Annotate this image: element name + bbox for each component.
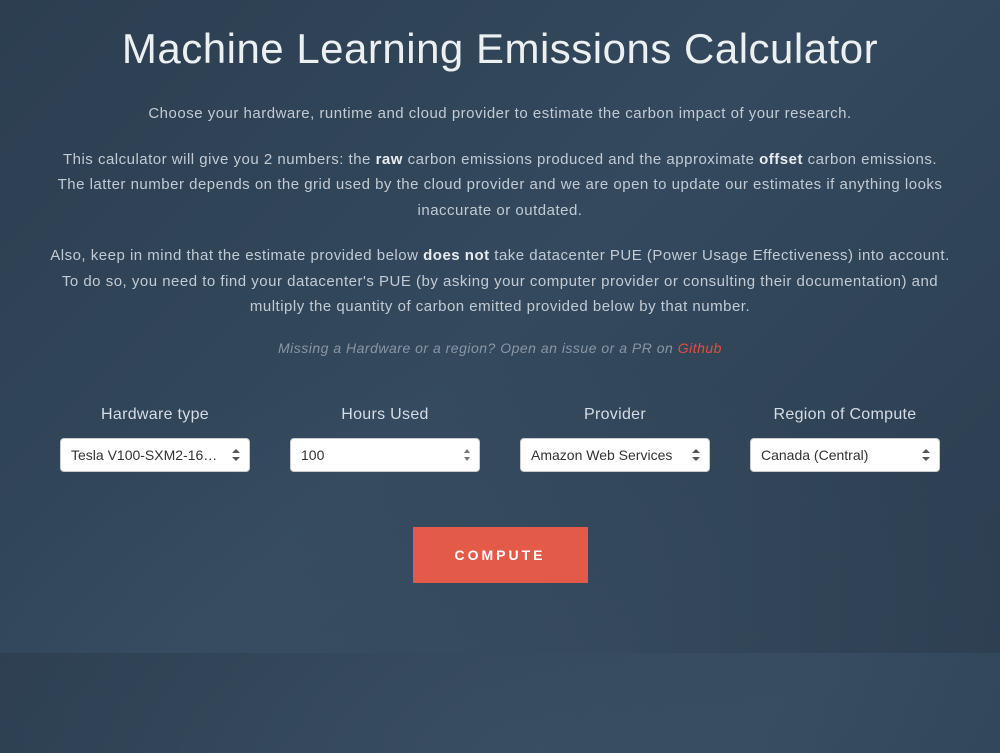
region-label: Region of Compute <box>774 406 917 424</box>
text-fragment: Missing a Hardware or a region? Open an … <box>278 340 678 356</box>
provider-label: Provider <box>584 406 646 424</box>
hours-group: Hours Used <box>285 406 485 472</box>
provider-select[interactable]: Amazon Web Services <box>520 438 710 472</box>
provider-group: Provider Amazon Web Services <box>515 406 715 472</box>
text-fragment: This calculator will give you 2 numbers:… <box>63 151 376 168</box>
compute-button[interactable]: COMPUTE <box>413 527 588 583</box>
page-title: Machine Learning Emissions Calculator <box>50 25 950 73</box>
text-fragment: Also, keep in mind that the estimate pro… <box>50 247 423 264</box>
raw-offset-text: This calculator will give you 2 numbers:… <box>50 147 950 224</box>
hardware-label: Hardware type <box>101 406 209 424</box>
github-note: Missing a Hardware or a region? Open an … <box>50 340 950 356</box>
region-select[interactable]: Canada (Central) <box>750 438 940 472</box>
form-row: Hardware type Tesla V100-SXM2-16GB Hours… <box>50 406 950 472</box>
raw-bold: raw <box>376 151 403 168</box>
region-group: Region of Compute Canada (Central) <box>745 406 945 472</box>
github-link[interactable]: Github <box>678 340 722 356</box>
hardware-select[interactable]: Tesla V100-SXM2-16GB <box>60 438 250 472</box>
text-fragment: carbon emissions produced and the approx… <box>403 151 759 168</box>
hardware-group: Hardware type Tesla V100-SXM2-16GB <box>55 406 255 472</box>
pue-text: Also, keep in mind that the estimate pro… <box>50 243 950 320</box>
offset-bold: offset <box>759 151 803 168</box>
doesnot-bold: does not <box>423 247 490 264</box>
hours-input[interactable] <box>290 438 480 472</box>
hours-label: Hours Used <box>341 406 428 424</box>
intro-text: Choose your hardware, runtime and cloud … <box>50 101 950 127</box>
